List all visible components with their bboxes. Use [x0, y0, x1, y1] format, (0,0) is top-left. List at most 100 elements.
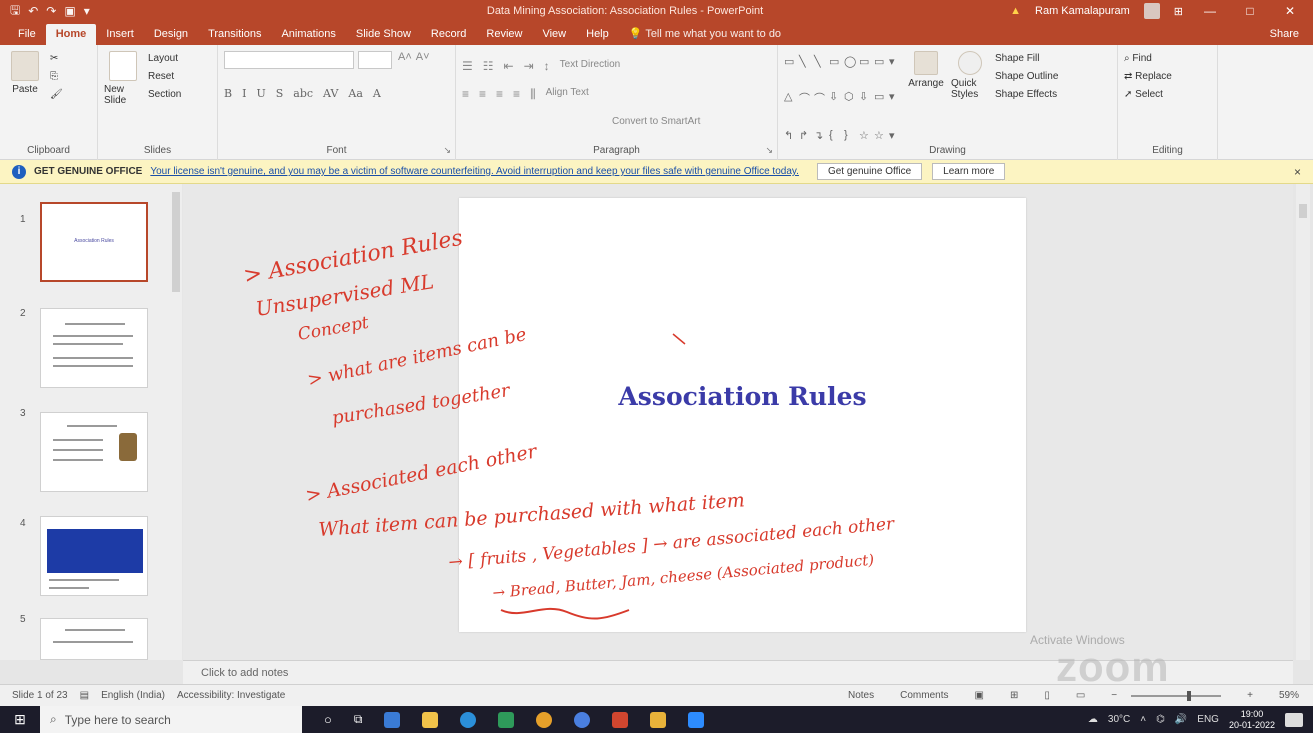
underline-button[interactable]: U: [256, 87, 265, 100]
line-spacing-icon[interactable]: ↕: [544, 59, 550, 73]
input-language[interactable]: ENG: [1197, 714, 1219, 725]
change-case-button[interactable]: Aa: [348, 87, 363, 100]
shape-outline-button[interactable]: Shape Outline: [995, 71, 1058, 82]
accessibility-status[interactable]: Accessibility: Investigate: [177, 690, 285, 701]
find-button[interactable]: ⌕ Find: [1124, 53, 1172, 64]
slide-thumbnail-1[interactable]: Association Rules: [40, 202, 148, 282]
save-icon[interactable]: 🖫: [10, 1, 20, 22]
scrollbar-thumb[interactable]: [1299, 204, 1307, 218]
rectangle-shape-icon[interactable]: ▭: [784, 55, 796, 86]
hexagon-shape-icon[interactable]: ⬡: [844, 90, 856, 124]
replace-button[interactable]: ⇄ Replace: [1124, 71, 1172, 82]
rectangle-shape-icon[interactable]: ▭: [874, 55, 886, 86]
zoom-slider[interactable]: [1131, 690, 1222, 701]
quick-styles-button[interactable]: Quick Styles: [951, 51, 989, 160]
vertical-scrollbar[interactable]: [1296, 184, 1310, 660]
shape-effects-button[interactable]: Shape Effects: [995, 89, 1058, 100]
italic-button[interactable]: I: [242, 87, 246, 100]
slideshow-icon[interactable]: ▭: [1076, 690, 1085, 701]
slide-sorter-icon[interactable]: ⊞: [1010, 690, 1018, 701]
taskbar-search[interactable]: ⌕ Type here to search: [40, 706, 302, 733]
font-dialog-launcher-icon[interactable]: ↘: [443, 145, 451, 156]
rectangle-shape-icon[interactable]: ▭: [829, 55, 841, 86]
account-name[interactable]: Ram Kamalapuram: [1035, 5, 1130, 17]
maximize-button[interactable]: □: [1237, 4, 1263, 18]
tab-help[interactable]: Help: [576, 28, 619, 45]
more-shapes-icon[interactable]: ▾: [889, 90, 901, 124]
tab-insert[interactable]: Insert: [96, 28, 144, 45]
align-left-icon[interactable]: ≡: [462, 87, 469, 102]
tab-design[interactable]: Design: [144, 28, 198, 45]
curve-shape-icon[interactable]: ⌒: [814, 90, 826, 124]
task-view-icon[interactable]: ⧉: [354, 712, 363, 727]
customize-qat-icon[interactable]: ▾: [84, 4, 90, 18]
text-direction-button[interactable]: Text Direction: [560, 59, 621, 73]
bullets-icon[interactable]: ☰: [462, 59, 473, 73]
app-icon[interactable]: [650, 711, 667, 728]
tab-transitions[interactable]: Transitions: [198, 28, 271, 45]
cortana-icon[interactable]: ○: [324, 712, 332, 727]
layout-button[interactable]: Layout: [148, 53, 181, 64]
slide-title[interactable]: Association Rules: [459, 382, 1026, 411]
triangle-shape-icon[interactable]: △: [784, 90, 796, 124]
slide-thumbnail-4[interactable]: [40, 516, 148, 596]
curve-shape-icon[interactable]: ⌒: [799, 90, 811, 124]
slide-thumbnail-2[interactable]: [40, 308, 148, 388]
avatar[interactable]: [1143, 3, 1160, 19]
bold-button[interactable]: B: [224, 87, 232, 100]
learn-more-button[interactable]: Learn more: [932, 163, 1006, 180]
tab-review[interactable]: Review: [476, 28, 532, 45]
file-explorer-icon[interactable]: [422, 711, 439, 728]
reading-view-icon[interactable]: ▯: [1044, 690, 1050, 701]
zoom-in-icon[interactable]: +: [1247, 690, 1253, 701]
arrow-shape-icon[interactable]: ⇩: [829, 90, 841, 124]
reset-button[interactable]: Reset: [148, 71, 181, 82]
cut-icon[interactable]: ✂: [50, 53, 63, 64]
start-from-beginning-icon[interactable]: ▣: [64, 4, 75, 18]
decrease-indent-icon[interactable]: ⇤: [504, 59, 514, 73]
tab-file[interactable]: File: [8, 28, 46, 45]
message-link[interactable]: Your license isn't genuine, and you may …: [150, 166, 799, 177]
shapes-gallery[interactable]: ▭ ╲ ╲ ▭ ◯ ▭ ▭ ▾ △ ⌒ ⌒ ⇩ ⬡ ⇩ ▭ ▾ ↰ ↱ ↴{} ☆ ☆ ▾: [784, 51, 901, 160]
character-spacing-button[interactable]: AV: [323, 87, 338, 100]
convert-to-smartart-button[interactable]: Convert to SmartArt: [612, 116, 700, 127]
zoom-out-icon[interactable]: −: [1111, 690, 1117, 701]
powerpoint-icon[interactable]: [612, 711, 629, 728]
thumbnails-scrollbar[interactable]: [172, 192, 180, 292]
comments-button[interactable]: Comments: [900, 690, 948, 701]
redo-icon[interactable]: ↷: [46, 4, 56, 18]
notes-button[interactable]: Notes: [848, 690, 874, 701]
select-button[interactable]: ➚ Select: [1124, 89, 1172, 100]
spelling-icon[interactable]: ▤: [80, 690, 89, 701]
font-family-select[interactable]: [224, 51, 354, 69]
grow-font-icon[interactable]: A˄: [398, 51, 412, 69]
rectangle-shape-icon[interactable]: ▭: [874, 90, 886, 124]
paste-button[interactable]: Paste: [6, 51, 44, 160]
tab-slide-show[interactable]: Slide Show: [346, 28, 421, 45]
close-button[interactable]: ✕: [1277, 4, 1303, 18]
app-icon[interactable]: [574, 711, 591, 728]
app-icon[interactable]: [498, 711, 515, 728]
edge-icon[interactable]: [460, 711, 477, 728]
app-icon[interactable]: [384, 711, 401, 728]
new-slide-button[interactable]: New Slide: [104, 51, 142, 160]
weather-temp[interactable]: 30°C: [1108, 714, 1130, 725]
font-color-button[interactable]: A: [373, 87, 381, 100]
normal-view-icon[interactable]: ▣: [974, 690, 983, 701]
format-painter-icon[interactable]: 🖌: [50, 89, 63, 100]
zoom-level[interactable]: 59%: [1279, 690, 1299, 701]
slide-thumbnail-5[interactable]: [40, 618, 148, 660]
shadow-button[interactable]: S: [276, 87, 284, 100]
align-right-icon[interactable]: ≡: [496, 87, 503, 102]
share-button[interactable]: Share: [1256, 28, 1313, 45]
oval-shape-icon[interactable]: ◯: [844, 55, 856, 86]
columns-icon[interactable]: ⫼: [530, 87, 536, 102]
notifications-icon[interactable]: [1285, 712, 1303, 727]
tab-view[interactable]: View: [532, 28, 576, 45]
tell-me-search[interactable]: 💡 Tell me what you want to do: [619, 27, 791, 45]
current-slide[interactable]: Association Rules: [459, 198, 1026, 632]
undo-icon[interactable]: ↶: [28, 4, 38, 18]
paragraph-dialog-launcher-icon[interactable]: ↘: [765, 145, 773, 156]
clock[interactable]: 19:00 20-01-2022: [1229, 709, 1275, 731]
copy-icon[interactable]: ⎘: [50, 71, 63, 82]
